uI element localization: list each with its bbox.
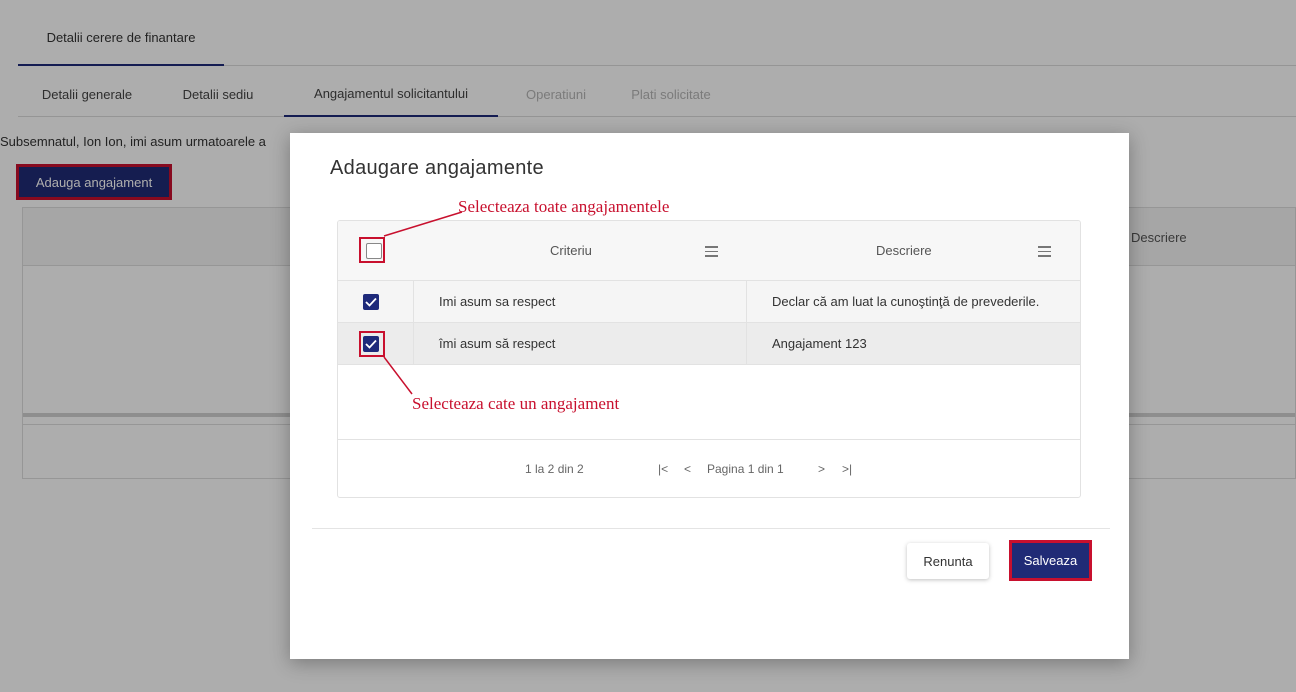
cell-criteriu: îmi asum să respect — [439, 336, 556, 351]
cell-criteriu: Imi asum sa respect — [439, 294, 556, 309]
save-button[interactable]: Salveaza — [1009, 540, 1092, 581]
column-divider — [413, 281, 414, 365]
grid-pager: 1 la 2 din 2 |< < Pagina 1 din 1 > >| — [338, 439, 1080, 497]
cancel-button[interactable]: Renunta — [907, 543, 989, 579]
prev-page-icon[interactable]: < — [684, 462, 691, 476]
annotation-select-one: Selecteaza cate un angajament — [412, 394, 620, 413]
criteriu-column-menu-icon[interactable] — [705, 246, 718, 257]
grid-header: Criteriu Descriere — [338, 221, 1080, 281]
angajamente-grid: Criteriu Descriere Imi asum sa respect D… — [337, 220, 1081, 498]
column-header-criteriu: Criteriu — [550, 243, 592, 258]
descriere-column-menu-icon[interactable] — [1038, 246, 1051, 257]
table-row[interactable]: Imi asum sa respect Declar că am luat la… — [338, 281, 1080, 323]
annotation-select-all: Selecteaza toate angajamentele — [458, 197, 670, 216]
first-page-icon[interactable]: |< — [658, 462, 668, 476]
row-checkbox-highlight — [359, 331, 385, 357]
cell-descriere: Declar că am luat la cunoştinţă de preve… — [772, 294, 1040, 309]
column-header-descriere: Descriere — [876, 243, 932, 258]
row-checkbox[interactable] — [363, 294, 379, 310]
select-all-highlight — [359, 237, 385, 263]
check-icon — [365, 297, 377, 307]
table-row[interactable]: îmi asum să respect Angajament 123 — [338, 323, 1080, 365]
column-divider — [746, 281, 747, 365]
dialog-title: Adaugare angajamente — [330, 157, 544, 179]
dialog-footer-divider — [312, 528, 1110, 529]
pager-page-indicator: Pagina 1 din 1 — [707, 462, 784, 476]
pager-summary: 1 la 2 din 2 — [525, 462, 584, 476]
last-page-icon[interactable]: >| — [842, 462, 852, 476]
cell-descriere: Angajament 123 — [772, 336, 867, 351]
next-page-icon[interactable]: > — [818, 462, 825, 476]
